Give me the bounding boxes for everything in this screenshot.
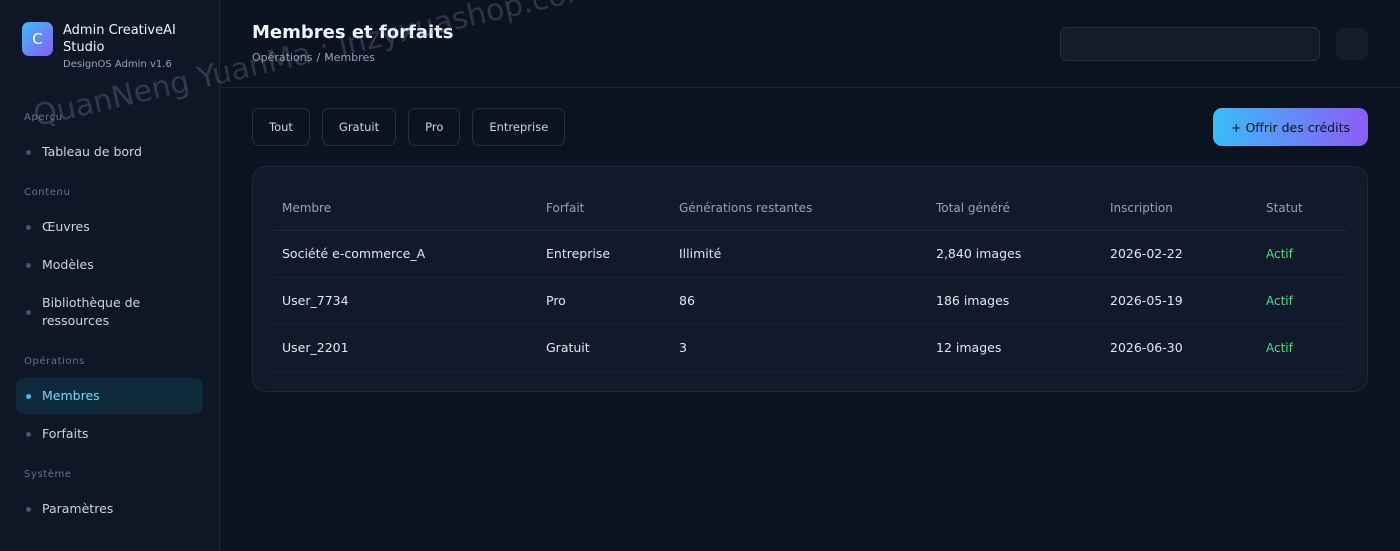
section-label-contenu: Contenu xyxy=(24,187,71,198)
column-header-membre[interactable]: Membre xyxy=(274,187,538,231)
cell-total: 12 images xyxy=(928,324,1102,372)
column-header-statut[interactable]: Statut xyxy=(1258,187,1347,231)
breadcrumb-membres: Membres xyxy=(324,51,375,64)
sidebar-item-label: Modèles xyxy=(42,257,94,272)
sidebar-item-dashboard[interactable]: Tableau de bord xyxy=(16,141,203,163)
status-badge: Actif xyxy=(1258,277,1347,325)
sidebar: C Admin CreativeAI Studio DesignOS Admin… xyxy=(0,0,220,551)
sidebar-item-bibliotheque[interactable]: Bibliothèque de ressources xyxy=(16,292,203,332)
section-label-systeme: Système xyxy=(24,469,72,480)
cell-membre: Société e-commerce_A xyxy=(274,230,538,278)
brand: C Admin CreativeAI Studio DesignOS Admin… xyxy=(22,22,193,70)
search-input[interactable] xyxy=(1060,27,1320,61)
cell-forfait: Entreprise xyxy=(538,230,671,278)
cell-generations: 3 xyxy=(671,324,928,372)
table-header-row: Membre Forfait Générations restantes Tot… xyxy=(274,187,1347,231)
cell-inscription: 2026-06-30 xyxy=(1102,324,1258,372)
breadcrumb: Opérations / Membres xyxy=(252,51,379,64)
section-label-operations: Opérations xyxy=(24,356,85,367)
filter-gratuit[interactable]: Gratuit xyxy=(321,108,397,146)
filter-entreprise[interactable]: Entreprise xyxy=(472,108,566,146)
column-header-generations[interactable]: Générations restantes xyxy=(671,187,928,231)
sidebar-item-forfaits[interactable]: Forfaits xyxy=(16,423,203,445)
breadcrumb-separator: / xyxy=(316,51,321,64)
cell-membre: User_7734 xyxy=(274,277,538,325)
filter-tout[interactable]: Tout xyxy=(252,108,310,146)
sidebar-item-label: Membres xyxy=(42,388,100,403)
cell-total: 186 images xyxy=(928,277,1102,325)
sidebar-item-label: Bibliothèque de ressources xyxy=(42,295,141,328)
members-table-card: Membre Forfait Générations restantes Tot… xyxy=(252,166,1368,392)
section-label-apercu: Aperçu xyxy=(24,112,63,123)
header-action-button[interactable] xyxy=(1336,28,1368,60)
status-badge: Actif xyxy=(1258,230,1347,278)
status-badge: Actif xyxy=(1258,324,1347,372)
sidebar-item-modeles[interactable]: Modèles xyxy=(16,254,203,276)
sidebar-item-parametres[interactable]: Paramètres xyxy=(16,498,203,520)
sidebar-item-membres[interactable]: Membres xyxy=(16,378,203,414)
cell-total: 2,840 images xyxy=(928,230,1102,278)
page-title: Membres et forfaits xyxy=(252,22,454,43)
bullet-icon xyxy=(26,310,31,315)
cell-inscription: 2026-05-19 xyxy=(1102,277,1258,325)
offer-credits-button[interactable]: + Offrir des crédits xyxy=(1213,108,1368,146)
bullet-icon xyxy=(26,225,31,230)
cell-generations: 86 xyxy=(671,277,928,325)
bullet-icon xyxy=(26,507,31,512)
cell-forfait: Gratuit xyxy=(538,324,671,372)
cell-generations: Illimité xyxy=(671,230,928,278)
sidebar-item-label: Forfaits xyxy=(42,426,89,441)
column-header-forfait[interactable]: Forfait xyxy=(538,187,671,231)
table-row[interactable]: User_7734 Pro 86 186 images 2026-05-19 A… xyxy=(274,277,1347,325)
brand-name: Admin CreativeAI Studio xyxy=(63,23,176,55)
page-header: Membres et forfaits Opérations / Membres xyxy=(221,0,1400,88)
cell-inscription: 2026-02-22 xyxy=(1102,230,1258,278)
sidebar-item-label: Paramètres xyxy=(42,501,114,516)
sidebar-item-label: Tableau de bord xyxy=(42,144,142,159)
sidebar-item-oeuvres[interactable]: Œuvres xyxy=(16,216,203,238)
filter-pro[interactable]: Pro xyxy=(408,108,461,146)
bullet-icon xyxy=(26,394,31,399)
column-header-inscription[interactable]: Inscription xyxy=(1102,187,1258,231)
brand-version: DesignOS Admin v1.6 xyxy=(63,59,172,70)
plan-filters: Tout Gratuit Pro Entreprise xyxy=(252,108,577,146)
sidebar-item-label: Œuvres xyxy=(42,219,90,234)
members-table: Membre Forfait Générations restantes Tot… xyxy=(274,187,1347,372)
bullet-icon xyxy=(26,263,31,268)
bullet-icon xyxy=(26,432,31,437)
table-row[interactable]: Société e-commerce_A Entreprise Illimité… xyxy=(274,230,1347,278)
bullet-icon xyxy=(26,150,31,155)
table-row[interactable]: User_2201 Gratuit 3 12 images 2026-06-30… xyxy=(274,324,1347,372)
cell-forfait: Pro xyxy=(538,277,671,325)
breadcrumb-operations[interactable]: Opérations xyxy=(252,51,312,64)
brand-logo: C xyxy=(22,22,53,56)
column-header-total[interactable]: Total généré xyxy=(928,187,1102,231)
cell-membre: User_2201 xyxy=(274,324,538,372)
